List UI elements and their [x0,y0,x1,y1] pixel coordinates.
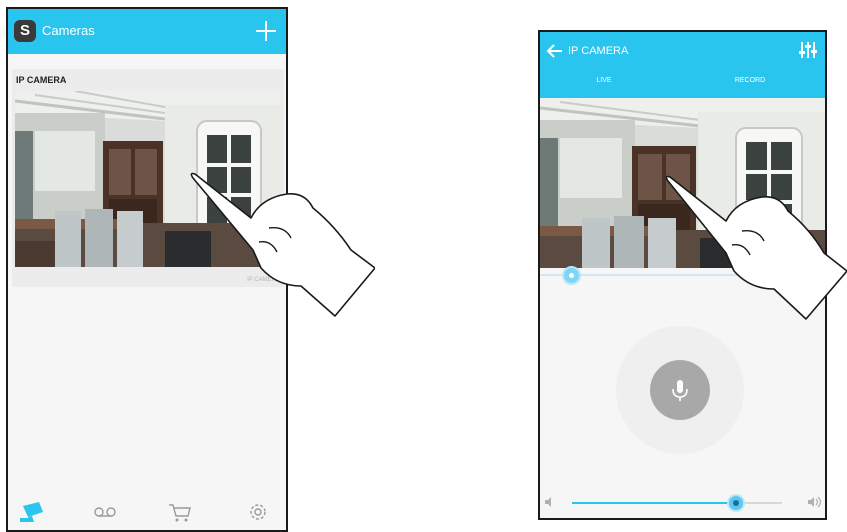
camera-card[interactable]: IP CAMERA IP CAMERA [12,69,284,287]
tab-live[interactable]: LIVE [544,77,664,84]
phone-screen-camera-list: S Cameras IP CAMERA IP CAMERA [6,7,288,532]
app-logo: S [14,20,36,42]
app-bar: S Cameras [8,9,286,54]
recordings-icon [94,507,116,517]
camera-icon [20,502,43,522]
live-app-bar: IP CAMERA LIVE RECORD [540,32,825,98]
live-video-view[interactable] [540,98,825,268]
camera-thumbnail[interactable] [15,91,281,267]
app-title: Cameras [42,23,95,38]
camera-title: IP CAMERA [568,45,629,57]
microphone-icon [672,380,688,401]
bottom-navigation [8,494,286,530]
nav-cameras[interactable] [20,500,48,524]
back-button[interactable] [544,40,566,62]
tab-record[interactable]: RECORD [690,77,810,84]
sliders-icon [799,42,817,58]
living-room-snapshot [15,91,281,267]
cart-icon [169,504,191,522]
speaker-loud-icon [808,496,822,508]
thumbnail-caption: IP CAMERA [247,277,280,283]
living-room-stream [540,98,825,268]
tutorial-illustration: S Cameras IP CAMERA IP CAMERA IP CAMERA … [0,0,847,532]
gear-icon [250,504,266,520]
volume-control [540,494,825,514]
seek-track[interactable] [540,274,825,276]
nav-recordings[interactable] [91,500,119,524]
seek-handle[interactable] [562,266,581,285]
speaker-mute-icon [545,497,551,507]
nav-shop[interactable] [166,500,194,524]
add-camera-button[interactable] [250,15,282,47]
arrow-left-icon [546,44,562,58]
volume-slider[interactable] [572,494,782,512]
phone-screen-live-view: IP CAMERA LIVE RECORD [538,30,827,520]
camera-name: IP CAMERA [16,75,67,85]
camera-settings-button[interactable] [797,39,819,61]
nav-settings[interactable] [244,500,272,524]
volume-handle[interactable] [726,494,745,512]
microphone-button[interactable] [650,360,710,420]
volume-fill [572,502,736,504]
